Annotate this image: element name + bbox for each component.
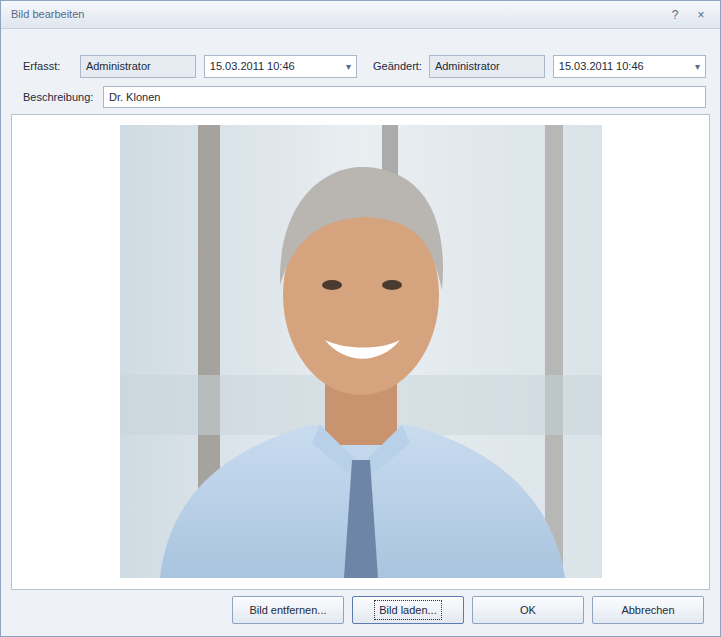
description-label: Beschreibung: <box>23 89 103 106</box>
created-user: Administrator <box>86 58 151 75</box>
image-panel <box>11 114 710 590</box>
portrait-photo <box>120 125 602 578</box>
changed-label: Geändert: <box>373 58 429 75</box>
created-user-field: Administrator <box>80 55 196 78</box>
edit-image-dialog: Bild bearbeiten ? × Erfasst: Administrat… <box>0 0 721 637</box>
dropdown-arrow-icon[interactable]: ▾ <box>342 59 351 74</box>
dialog-button[interactable]: OK <box>472 596 584 625</box>
created-label: Erfasst: <box>23 58 80 75</box>
button-label: Bild laden... <box>374 600 441 621</box>
meta-row: Erfasst: Administrator 15.03.2011 10:46 ▾… <box>1 29 720 78</box>
button-label: Abbrechen <box>616 600 679 621</box>
title-bar: Bild bearbeiten ? × <box>1 1 720 29</box>
dialog-button[interactable]: Abbrechen <box>592 596 704 625</box>
changed-date: 15.03.2011 10:46 <box>559 58 644 75</box>
button-label: Bild entfernen... <box>244 600 331 621</box>
dialog-title: Bild bearbeiten <box>11 6 84 23</box>
changed-user: Administrator <box>435 58 500 75</box>
description-value: Dr. Klonen <box>109 89 160 106</box>
dialog-button[interactable]: Bild entfernen... <box>232 596 344 625</box>
created-date-field[interactable]: 15.03.2011 10:46 ▾ <box>204 55 357 78</box>
created-date: 15.03.2011 10:46 <box>210 58 295 75</box>
description-field[interactable]: Dr. Klonen <box>103 86 706 109</box>
dialog-button[interactable]: Bild laden... <box>352 596 464 625</box>
help-button[interactable]: ? <box>666 6 684 24</box>
changed-user-field: Administrator <box>429 55 545 78</box>
description-row: Beschreibung: Dr. Klonen <box>1 78 720 109</box>
changed-date-field[interactable]: 15.03.2011 10:46 ▾ <box>553 55 706 78</box>
button-row: Bild entfernen... Bild laden... OK Abbreche… <box>1 590 720 637</box>
close-button[interactable]: × <box>692 6 710 24</box>
dropdown-arrow-icon[interactable]: ▾ <box>691 59 700 74</box>
button-label: OK <box>515 600 541 621</box>
